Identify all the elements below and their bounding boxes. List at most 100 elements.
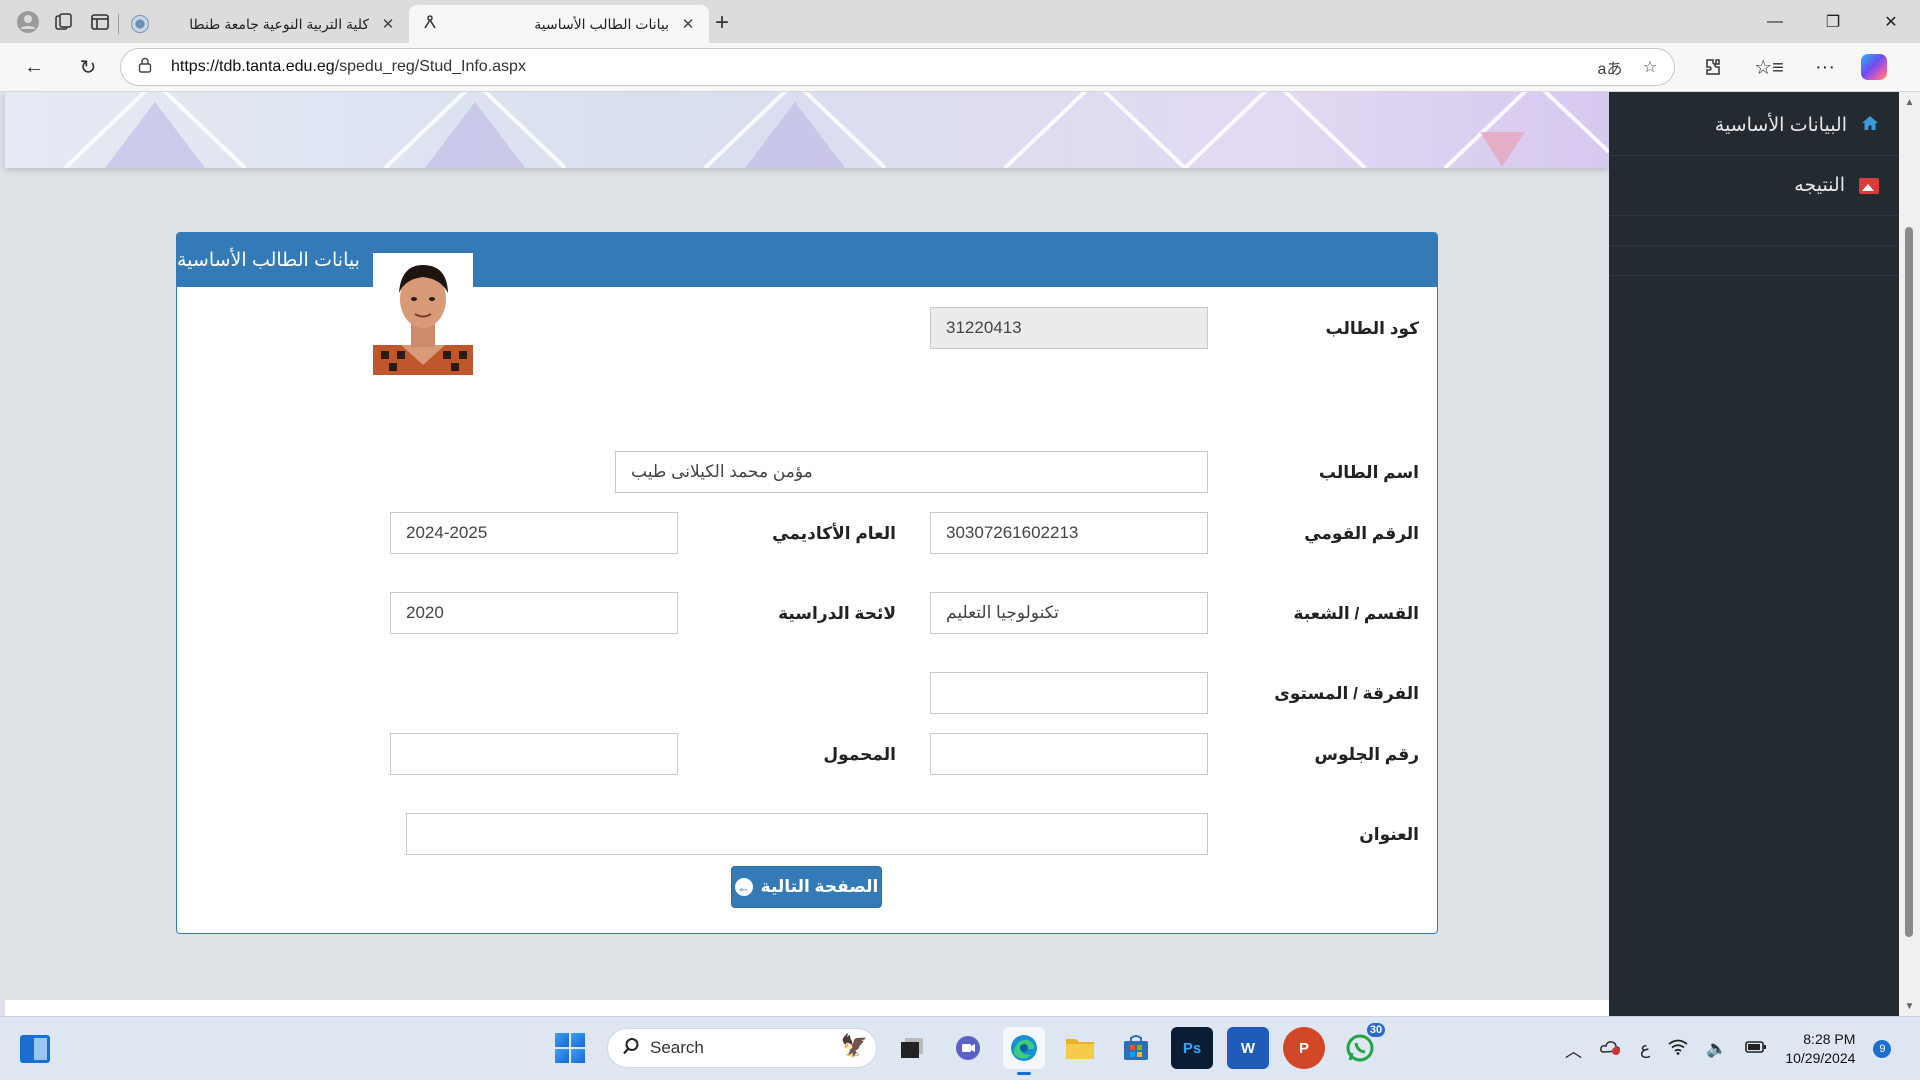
national-id-label: الرقم القومي	[1304, 524, 1419, 543]
home-icon	[1861, 115, 1879, 136]
vertical-scrollbar[interactable]: ▲ ▼	[1899, 92, 1920, 1016]
regulation-value: 2020	[406, 603, 444, 622]
seat-number-field[interactable]	[930, 733, 1208, 775]
panel-heading: بيانات الطالب الأساسية	[177, 233, 1437, 287]
wifi-icon[interactable]	[1668, 1039, 1688, 1060]
new-tab-button[interactable]: +	[715, 9, 729, 37]
tab-title: كلية التربية النوعية جامعة طنطا	[189, 15, 369, 32]
workspaces-icon[interactable]	[46, 4, 82, 40]
student-name-field[interactable]: مؤمن محمد الكيلانى طيب	[615, 451, 1208, 493]
search-highlight-icon: 🦅	[840, 1033, 868, 1058]
powerpoint-icon[interactable]: P	[1283, 1027, 1325, 1069]
national-id-field[interactable]: 30307261602213	[930, 512, 1208, 554]
input-language[interactable]: ع	[1640, 1039, 1650, 1059]
sidebar-item-label: النتيجه	[1794, 175, 1845, 196]
regulation-field[interactable]: 2020	[390, 592, 678, 634]
level-field[interactable]	[930, 672, 1208, 714]
volume-icon[interactable]: 🔈	[1706, 1039, 1727, 1059]
profile-icon[interactable]	[10, 4, 46, 40]
favorites-icon[interactable]: ☆≡	[1749, 47, 1789, 87]
onedrive-error-icon[interactable]	[1600, 1038, 1622, 1061]
tab-title: بيانات الطالب الأساسية	[534, 15, 669, 32]
copilot-icon[interactable]	[1861, 54, 1887, 80]
image-icon	[1859, 177, 1879, 194]
banner-pattern	[63, 92, 1609, 168]
show-hidden-icons-icon[interactable]: ︿	[1565, 1037, 1582, 1062]
url-host: https://tdb.tanta.edu.eg	[171, 58, 335, 75]
address-label: العنوان	[1359, 825, 1419, 844]
vertical-tabs-icon[interactable]	[82, 4, 118, 40]
department-field[interactable]: تكنولوجيا التعليم	[930, 592, 1208, 634]
start-icon[interactable]	[555, 1033, 585, 1063]
more-options-icon[interactable]: ···	[1805, 47, 1845, 87]
file-explorer-icon[interactable]	[1059, 1027, 1101, 1069]
student-code-value: 31220413	[946, 318, 1022, 337]
address-field[interactable]	[406, 813, 1208, 855]
student-code-label: كود الطالب	[1325, 319, 1419, 338]
arrow-left-icon: ←	[734, 878, 753, 896]
academic-year-field[interactable]: 2024-2025	[390, 512, 678, 554]
search-icon	[622, 1037, 640, 1060]
url-path: /spedu_reg/Stud_Info.aspx	[334, 58, 526, 75]
read-aloud-icon[interactable]: aあ	[1596, 55, 1624, 79]
sidebar-empty-row	[1609, 216, 1899, 246]
task-view-icon[interactable]	[891, 1027, 933, 1069]
word-icon[interactable]: W	[1227, 1027, 1269, 1069]
regulation-label: لائحة الدراسية	[778, 604, 896, 623]
department-label: القسم / الشعبة	[1293, 604, 1419, 623]
battery-icon[interactable]	[1745, 1039, 1767, 1059]
scroll-thumb[interactable]	[1905, 227, 1913, 937]
url-text[interactable]: https://tdb.tanta.edu.eg/spedu_reg/Stud_…	[171, 58, 1584, 76]
windows-taskbar: Search 🦅 Ps W P 30 ︿ ع 🔈 8:28 PM 10/29/2…	[0, 1016, 1920, 1080]
header-banner	[5, 92, 1609, 168]
whatsapp-icon[interactable]: 30	[1339, 1021, 1387, 1069]
sidebar-item-basic-info[interactable]: البيانات الأساسية	[1609, 96, 1899, 156]
tab-college[interactable]: كلية التربية النوعية جامعة طنطا ✕	[119, 5, 409, 43]
teams-chat-icon[interactable]	[947, 1027, 989, 1069]
clock-time: 8:28 PM	[1803, 1031, 1856, 1047]
taskbar-clock[interactable]: 8:28 PM 10/29/2024	[1785, 1030, 1855, 1068]
window-controls: — ❐ ✕	[1746, 0, 1920, 43]
search-placeholder: Search	[650, 1038, 704, 1057]
academic-year-value: 2024-2025	[406, 523, 488, 542]
carried-label: المحمول	[823, 745, 896, 764]
page-viewport: بيانات الطالب الأساسية كود الطالب 312204…	[0, 92, 1920, 1016]
edge-browser-icon[interactable]	[1003, 1027, 1045, 1075]
national-id-value: 30307261602213	[946, 523, 1079, 542]
whatsapp-badge: 30	[1365, 1021, 1387, 1039]
tab-student-info[interactable]: بيانات الطالب الأساسية ✕	[409, 5, 709, 43]
tab-close-icon[interactable]: ✕	[379, 15, 397, 33]
minimize-icon[interactable]: —	[1746, 0, 1804, 43]
fork-favicon-icon	[421, 14, 439, 35]
browser-toolbar: ← ↻ https://tdb.tanta.edu.eg/spedu_reg/S…	[0, 43, 1920, 92]
next-page-label: الصفحة التالية	[760, 877, 879, 896]
widgets-icon[interactable]	[20, 1035, 50, 1063]
lock-icon[interactable]	[131, 57, 159, 78]
notification-count[interactable]: 9	[1873, 1040, 1892, 1058]
carried-field[interactable]	[390, 733, 678, 775]
restore-icon[interactable]: ❐	[1804, 0, 1862, 43]
sidebar: البيانات الأساسية النتيجه	[1609, 92, 1899, 1016]
system-tray: ︿ ع 🔈 8:28 PM 10/29/2024 9	[1565, 1029, 1892, 1069]
student-code-field[interactable]: 31220413	[930, 307, 1208, 349]
next-page-button[interactable]: الصفحة التالية ←	[731, 866, 882, 908]
microsoft-store-icon[interactable]	[1115, 1027, 1157, 1069]
sidebar-item-label: البيانات الأساسية	[1714, 115, 1847, 136]
photoshop-icon[interactable]: Ps	[1171, 1027, 1213, 1069]
academic-year-label: العام الأكاديمي	[772, 524, 896, 543]
address-bar[interactable]: https://tdb.tanta.edu.eg/spedu_reg/Stud_…	[120, 48, 1675, 86]
scroll-up-icon[interactable]: ▲	[1899, 92, 1920, 112]
refresh-icon[interactable]: ↻	[68, 47, 108, 87]
tab-close-icon[interactable]: ✕	[679, 15, 697, 33]
sidebar-item-result[interactable]: النتيجه	[1609, 156, 1899, 216]
page-footer	[5, 1000, 1609, 1016]
panel-title: بيانات الطالب الأساسية	[177, 249, 360, 271]
extensions-icon[interactable]	[1693, 47, 1733, 87]
taskbar-search[interactable]: Search 🦅	[607, 1028, 877, 1068]
back-arrow-icon[interactable]: ←	[14, 47, 54, 87]
close-window-icon[interactable]: ✕	[1862, 0, 1920, 43]
student-info-panel: بيانات الطالب الأساسية كود الطالب 312204…	[176, 232, 1438, 934]
sidebar-empty-row	[1609, 246, 1899, 276]
favorite-star-icon[interactable]: ☆	[1636, 57, 1664, 77]
scroll-down-icon[interactable]: ▼	[1899, 996, 1920, 1016]
